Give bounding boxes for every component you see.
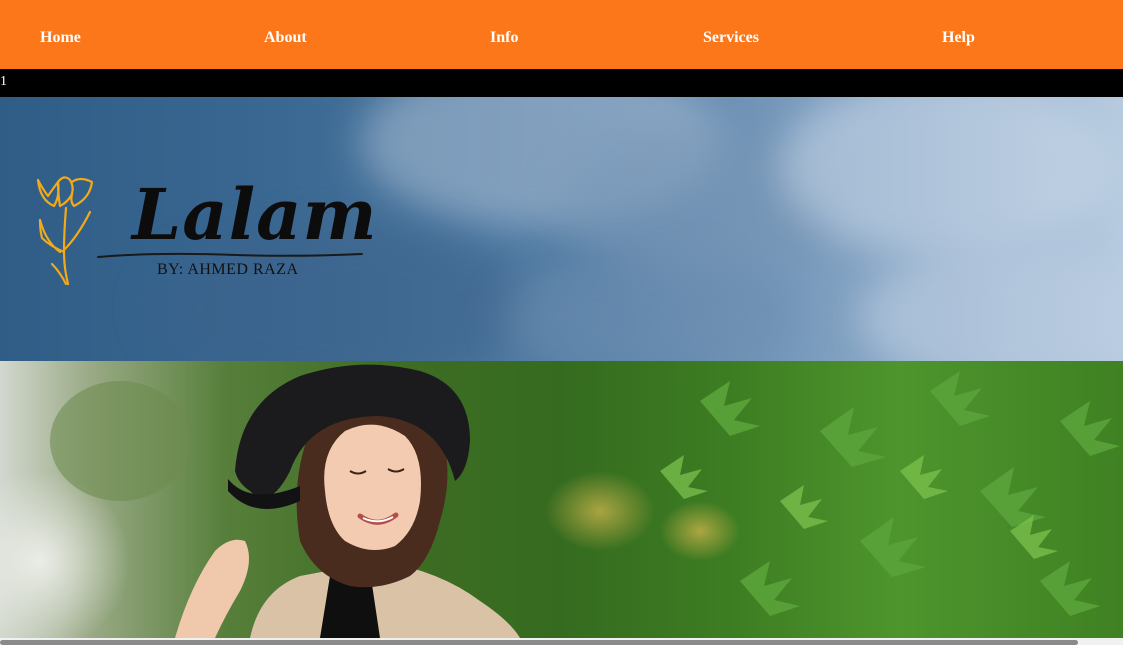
logo-byline: BY: AHMED RAZA (157, 261, 299, 278)
nav-link-info[interactable]: Info (490, 28, 518, 48)
logo-underline-stroke (97, 252, 363, 258)
hero-photo-illustration (0, 364, 1120, 638)
nav-link-services[interactable]: Services (703, 28, 759, 48)
horizontal-scrollbar-thumb[interactable] (0, 640, 1078, 645)
tulip-icon (36, 176, 94, 286)
nav-link-about[interactable]: About (264, 28, 307, 48)
nav-link-home[interactable]: Home (40, 28, 81, 48)
black-banner-bar (0, 69, 1123, 97)
nav-link-help[interactable]: Help (942, 28, 975, 48)
logo-wordmark: Lalam (132, 173, 378, 256)
banner-bar-text: 1 (0, 74, 6, 89)
hero-photo (0, 361, 1123, 638)
site-logo[interactable]: Lalam BY: AHMED RAZA (30, 172, 377, 292)
top-navigation: Home About Info Services Help (0, 0, 1123, 69)
